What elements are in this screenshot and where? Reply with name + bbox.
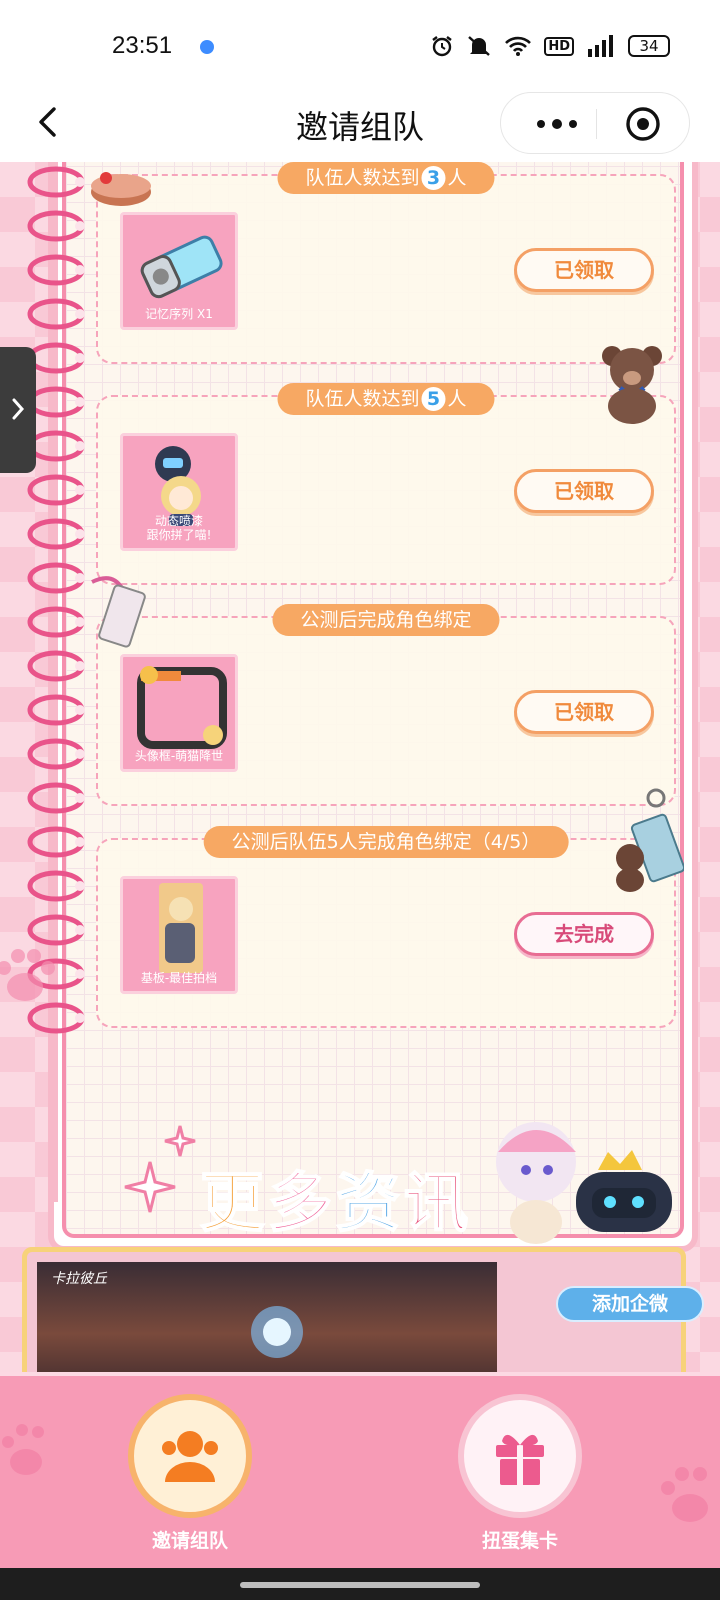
teddy-bear-sticker-icon xyxy=(602,346,662,424)
task-title: 队伍人数达到 5 人 xyxy=(277,383,495,415)
status-bar: 23:51 HD 34 xyxy=(0,0,720,90)
home-indicator[interactable] xyxy=(240,1582,480,1588)
reward-thumbnail: 记忆序列 X1 xyxy=(120,212,238,330)
cake-sticker-icon xyxy=(91,172,151,206)
add-wecom-button[interactable]: 添加企微 xyxy=(556,1286,704,1322)
more-info-char: 资 xyxy=(335,1166,404,1242)
gift-icon xyxy=(496,1434,544,1485)
hd-badge: HD xyxy=(544,36,574,56)
reward-label: 头像框-萌猫降世 xyxy=(134,749,224,763)
close-miniprogram-icon[interactable] xyxy=(625,106,661,142)
reward-label: 基板-最佳拍档 xyxy=(140,971,218,985)
task-card-team-5: 队伍人数达到 5 人 动态喷漆 跟你拼了喵! 已领取 xyxy=(96,383,676,585)
chevron-right-icon xyxy=(12,398,25,420)
bottom-nav: 邀请组队 扭蛋集卡 xyxy=(0,1372,720,1568)
capsule-divider xyxy=(596,109,597,139)
mascot-characters-image xyxy=(496,1122,672,1244)
side-drawer-toggle[interactable] xyxy=(0,347,36,473)
reward-thumbnail: 动态喷漆 跟你拼了喵! xyxy=(120,433,238,551)
task-card-team-3: 队伍人数达到 3 人 记忆序列 X1 已领取 xyxy=(96,162,676,364)
claimed-button[interactable]: 已领取 xyxy=(514,690,654,734)
task-title-number: 3 xyxy=(421,166,446,190)
task-title-unit: 人 xyxy=(447,388,467,410)
portal-glow-icon xyxy=(251,1306,303,1358)
miniprogram-capsule xyxy=(500,92,690,154)
reward-label: 动态喷漆 跟你拼了喵! xyxy=(123,514,235,542)
battery-indicator: 34 xyxy=(628,35,670,57)
nav-invite-team[interactable]: 邀请组队 xyxy=(125,1394,255,1553)
banner-image: 卡拉彼丘 xyxy=(37,1262,497,1372)
reward-label-line1: 动态喷漆 xyxy=(154,514,203,528)
nav-header: 邀请组队 xyxy=(0,90,720,162)
reward-label-line2: 跟你拼了喵! xyxy=(146,528,212,542)
paw-decoration xyxy=(661,1467,708,1522)
more-info-char: 多 xyxy=(267,1166,336,1242)
task-title: 队伍人数达到 3 人 xyxy=(277,162,495,194)
nav-gacha-cards[interactable]: 扭蛋集卡 xyxy=(455,1394,585,1553)
sparkle-decoration xyxy=(124,1125,196,1213)
spiral-binding xyxy=(27,162,85,1202)
claimed-button[interactable]: 已领取 xyxy=(514,248,654,292)
task-title-text: 队伍人数达到 xyxy=(305,388,420,410)
reward-thumbnail: 头像框-萌猫降世 xyxy=(120,654,238,772)
more-info-title: 更多资讯 xyxy=(199,1152,472,1244)
task-title-unit: 人 xyxy=(447,167,467,189)
nav-circle xyxy=(458,1394,582,1518)
nav-label: 邀请组队 xyxy=(151,1530,228,1552)
game-logo: 卡拉彼丘 xyxy=(51,1271,107,1287)
go-complete-button[interactable]: 去完成 xyxy=(514,912,654,956)
mute-icon xyxy=(468,36,491,56)
paw-decoration xyxy=(2,1424,44,1475)
alarm-icon xyxy=(432,36,453,57)
wifi-icon xyxy=(505,36,532,56)
status-time: 23:51 xyxy=(112,32,173,59)
task-card-team-bind: 公测后队伍5人完成角色绑定（4/5） 基板-最佳拍档 去完成 xyxy=(96,826,676,1028)
task-title: 公测后队伍5人完成角色绑定（4/5） xyxy=(203,826,569,858)
signal-icon xyxy=(588,35,613,57)
users-icon xyxy=(162,1431,218,1482)
reward-label: 记忆序列 X1 xyxy=(145,307,213,321)
nav-label: 扭蛋集卡 xyxy=(481,1530,558,1552)
claimed-button[interactable]: 已领取 xyxy=(514,469,654,513)
status-icons: HD 34 xyxy=(430,34,670,58)
task-title-number: 5 xyxy=(421,387,446,411)
task-card-bind-role: 公测后完成角色绑定 头像框-萌猫降世 已领取 xyxy=(96,604,676,806)
task-title: 公测后完成角色绑定 xyxy=(272,604,500,636)
bear-keychain-icon xyxy=(616,788,684,892)
paw-decoration xyxy=(0,949,55,1001)
reward-thumbnail: 基板-最佳拍档 xyxy=(120,876,238,994)
main-content: 队伍人数达到 3 人 记忆序列 X1 已领取 队伍人数达到 5 人 动态喷漆 跟你拼了喵… xyxy=(0,162,720,1372)
more-info-char: 更 xyxy=(199,1166,268,1242)
nav-circle xyxy=(128,1394,252,1518)
more-info-char: 讯 xyxy=(403,1166,472,1242)
task-title-text: 队伍人数达到 xyxy=(305,167,420,189)
more-dots-icon[interactable] xyxy=(527,109,587,139)
system-gesture-bar xyxy=(0,1568,720,1600)
app-notification-icon xyxy=(200,40,214,54)
pass-card-keychain-icon xyxy=(91,576,146,648)
